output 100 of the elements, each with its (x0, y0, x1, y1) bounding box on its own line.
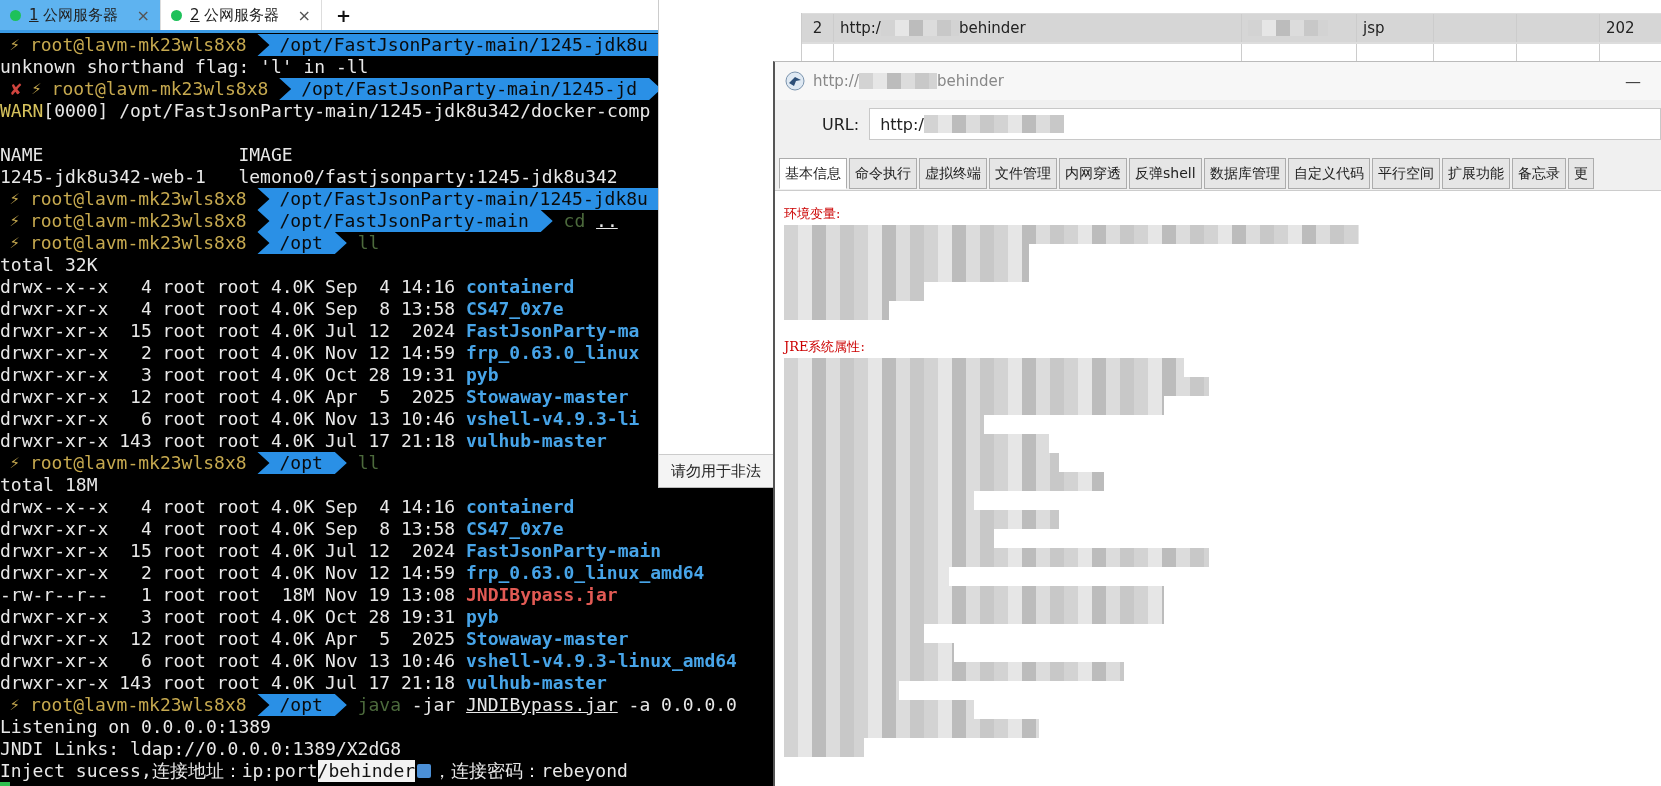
prompt-user: root@lavm-mk23wls8x8 (51, 78, 269, 100)
table-cell-text: 202 (1605, 18, 1636, 39)
error-mark: ✘ (10, 78, 22, 100)
output-text: total 18M (0, 474, 98, 496)
tab[interactable]: 数据库管理 (1203, 158, 1286, 189)
file-details: drwxr-xr-x 12 root root 4.0K Apr 5 2025 (0, 628, 456, 650)
lightning-icon: ⚡ (9, 232, 20, 254)
tab[interactable]: 虚拟终端 (919, 158, 987, 189)
section-heading: JRE系统属性: (784, 338, 866, 356)
output-text: NAME IMAGE (0, 144, 293, 166)
file-name: frp_0.63.0_linux (466, 342, 640, 364)
prompt-user: root@lavm-mk23wls8x8 (29, 34, 247, 56)
file-details: drwxr-xr-x 3 root root 4.0K Oct 28 19:31 (0, 606, 456, 628)
output-text: total 32K (0, 254, 98, 276)
file-name: CS47_0x7e (466, 518, 564, 540)
window-title: http:// (813, 72, 859, 90)
file-details: drwxr-xr-x 143 root root 4.0K Jul 17 21:18 (0, 672, 456, 694)
file-name: pyb (466, 364, 499, 386)
url-text: http:/ (840, 19, 881, 37)
terminal-tab[interactable]: 1 公网服务器 × (0, 0, 161, 30)
file-details: drwxr-xr-x 15 root root 4.0K Jul 12 2024 (0, 320, 456, 342)
file-name: vulhub-master (466, 672, 607, 694)
command-text: ll (357, 452, 380, 474)
file-name: Stowaway-master (466, 386, 629, 408)
file-name: vulhub-master (466, 430, 607, 452)
file-details: drwxr-xr-x 2 root root 4.0K Nov 12 14:59 (0, 342, 456, 364)
tab[interactable]: 文件管理 (989, 158, 1057, 189)
file-details: drwxr-xr-x 4 root root 4.0K Sep 8 13:58 (0, 518, 456, 540)
window-title: behinder (936, 72, 1004, 90)
url-label: URL: (822, 114, 860, 134)
prompt-user: root@lavm-mk23wls8x8 (29, 452, 247, 474)
file-details: drwxr-xr-x 12 root root 4.0K Apr 5 2025 (0, 386, 456, 408)
app-logo-icon (785, 71, 805, 91)
close-button[interactable]: × (297, 5, 311, 25)
output-text: ，连接密码：rebeyond (433, 760, 628, 782)
file-name: frp_0.63.0_linux_amd64 (466, 562, 705, 584)
prompt-user: root@lavm-mk23wls8x8 (29, 188, 247, 210)
prompt-user: root@lavm-mk23wls8x8 (29, 210, 247, 232)
output-text: Listening on 0.0.0.0:1389 (0, 716, 271, 738)
status-dot-icon (10, 9, 21, 21)
table-cell: jsp (1357, 14, 1434, 42)
prompt-path: /opt (257, 694, 347, 716)
file-details: drwxr-xr-x 6 root root 4.0K Nov 13 10:46 (0, 408, 456, 430)
tab[interactable]: 内网穿透 (1059, 158, 1127, 189)
output-text: [0000] /opt/FastJsonParty-main/1245-jdk8u342/docker-comp (43, 100, 651, 122)
output-text: JNDI Links: ldap://0.0.0.0:1389/X2dG8 (0, 738, 401, 760)
file-details: drwxr-xr-x 2 root root 4.0K Nov 12 14:59 (0, 562, 456, 584)
table-cell: 2 (802, 14, 834, 42)
command-text: -a 0.0.0.0 (628, 694, 737, 716)
file-details: drwxr-xr-x 3 root root 4.0K Oct 28 19:31 (0, 364, 456, 386)
table-row[interactable]: 2 http:/ behinder jsp 202 (802, 13, 1661, 43)
file-name: CS47_0x7e (466, 298, 564, 320)
command-text: JNDIBypass.jar (466, 694, 618, 716)
file-details: drwxr-xr-x 4 root root 4.0K Sep 8 13:58 (0, 298, 456, 320)
file-name: FastJsonParty-main (466, 540, 662, 562)
prompt-user: root@lavm-mk23wls8x8 (29, 232, 247, 254)
tab[interactable]: 更 (1567, 158, 1594, 189)
status-dot-icon (171, 9, 182, 21)
file-details: drwx--x--x 4 root root 4.0K Sep 4 14:16 (0, 496, 456, 518)
command-text: ll (357, 232, 380, 254)
file-details: drwxr-xr-x 6 root root 4.0K Nov 13 10:46 (0, 650, 456, 672)
minimize-button[interactable]: — (1625, 71, 1641, 91)
prompt-path: /opt/FastJsonParty-main (257, 210, 553, 232)
tab[interactable]: 命令执行 (849, 158, 917, 189)
tab[interactable]: 扩展功能 (1441, 158, 1510, 189)
status-text: 请勿用于非法 (671, 461, 761, 481)
output-text: 1245-jdk8u342-web-1 lemono0/fastjsonparty:1245-jdk8u342 (0, 166, 618, 188)
file-name: containerd (466, 496, 575, 518)
file-name: vshell-v4.9.3-linux_amd64 (466, 650, 737, 672)
command-text: -jar (411, 694, 456, 716)
file-name: JNDIBypass.jar (466, 584, 618, 606)
file-details: drwx--x--x 4 root root 4.0K Sep 4 14:16 (0, 276, 456, 298)
file-name: pyb (466, 606, 499, 628)
lightning-icon: ⚡ (9, 34, 20, 56)
tab[interactable]: 反弹shell (1129, 158, 1202, 189)
output-text: unknown shorthand flag: 'l' in -ll (0, 56, 369, 78)
url-field[interactable]: http:/ (869, 108, 1661, 140)
url-text: behinder (958, 19, 1026, 37)
output-text: WARN (0, 100, 44, 122)
lightning-icon: ⚡ (9, 452, 20, 474)
command-text: cd (563, 210, 586, 232)
lightning-icon: ⚡ (9, 188, 20, 210)
tab[interactable]: 自定义代码 (1287, 158, 1370, 189)
command-text: java (357, 694, 401, 716)
lightning-icon: ⚡ (31, 78, 41, 100)
command-text: .. (596, 210, 618, 232)
tab[interactable]: 备忘录 (1511, 158, 1566, 189)
tab[interactable]: 平行空间 (1371, 158, 1440, 189)
file-name: FastJsonParty-ma (466, 320, 640, 342)
output-text: Inject sucess,连接地址：ip:port (0, 760, 318, 782)
new-tab-button[interactable]: + (322, 0, 366, 30)
prompt-path: /opt (257, 232, 347, 254)
lightning-icon: ⚡ (9, 694, 20, 716)
file-details: -rw-r--r-- 1 root root 18M Nov 19 13:08 (0, 584, 456, 606)
selected-text: /behinder (317, 760, 416, 782)
section-heading: 环境变量: (784, 205, 842, 223)
prompt-user: root@lavm-mk23wls8x8 (29, 694, 247, 716)
file-name: vshell-v4.9.3-li (466, 408, 640, 430)
tab[interactable]: 基本信息 (779, 158, 847, 189)
lightning-icon: ⚡ (9, 210, 20, 232)
